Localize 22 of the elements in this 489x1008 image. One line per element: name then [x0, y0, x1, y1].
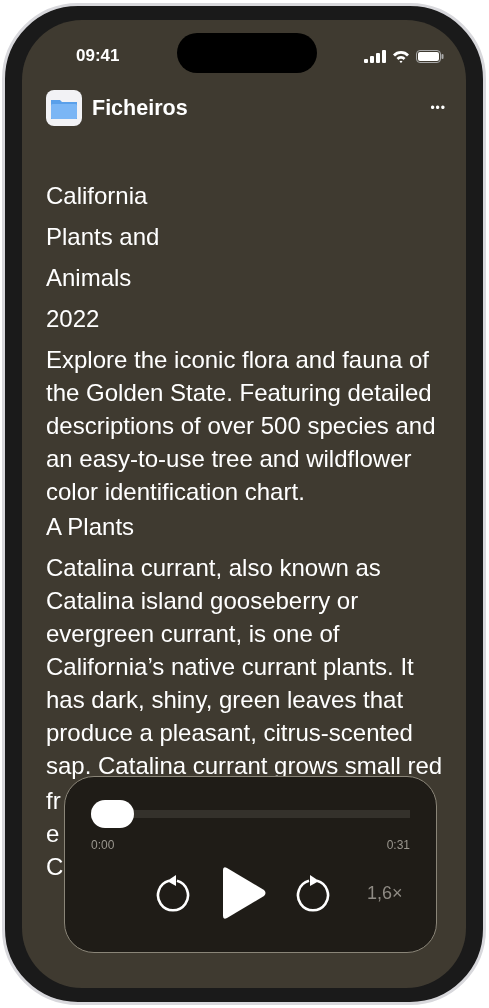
playback-speed-button[interactable]: 1,6× — [367, 882, 403, 904]
more-button[interactable]: ••• — [430, 101, 446, 115]
document-heading: California — [46, 181, 148, 211]
document-heading: Plants and — [46, 222, 160, 252]
app-title: Ficheiros — [92, 95, 188, 121]
battery-icon — [416, 49, 444, 63]
total-time: 0:31 — [386, 838, 410, 852]
elapsed-time: 0:00 — [91, 838, 115, 852]
document-heading: A Plants — [46, 512, 135, 542]
text-fragment: fr — [46, 786, 61, 816]
signal-icon — [364, 49, 386, 63]
document-heading: Animals — [46, 263, 132, 293]
status-time: 09:41 — [76, 46, 120, 66]
document-heading: 2022 — [46, 304, 100, 334]
skip-forward-icon[interactable] — [295, 874, 331, 912]
text-fragment: e — [46, 819, 60, 849]
document-paragraph: Explore the iconic flora and fauna of the Golden State. Featuring detailed descriptions of over 500 species and an easy-to-use tree and wildflower color identification chart. — [46, 345, 437, 507]
folder-icon[interactable] — [46, 90, 82, 126]
document-heading: C — [46, 852, 64, 882]
skip-back-icon[interactable] — [155, 874, 191, 912]
wifi-icon — [392, 49, 410, 63]
slider-thumb[interactable] — [91, 800, 134, 828]
